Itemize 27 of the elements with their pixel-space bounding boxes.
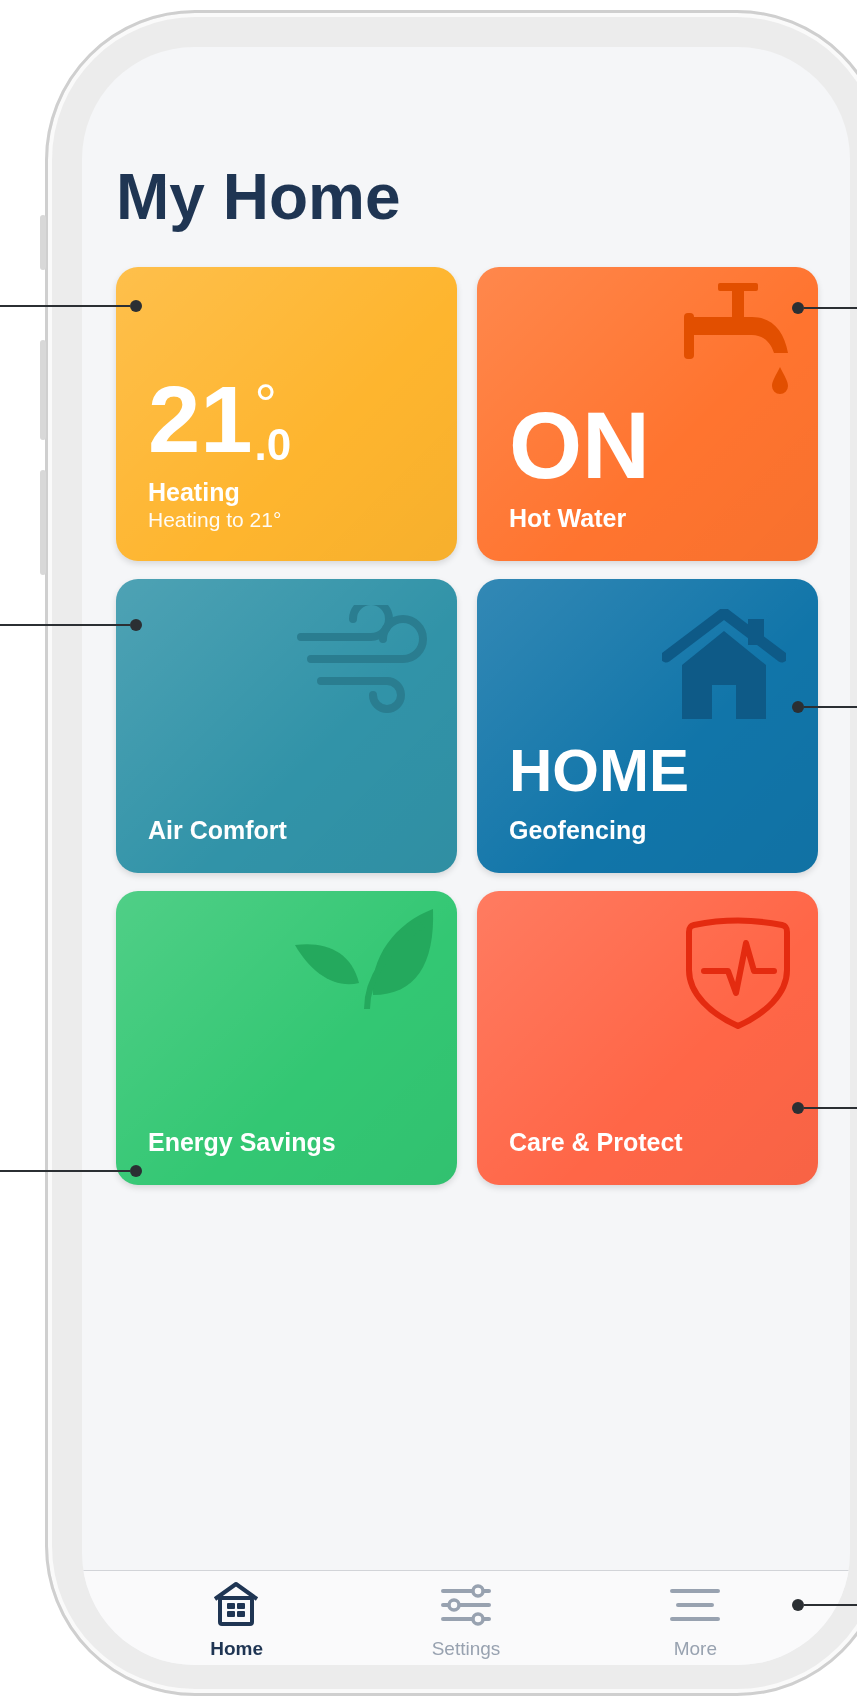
tile-card[interactable]: HOME Geofencing — [477, 579, 818, 873]
status-reading: HOME — [509, 741, 689, 801]
leader-line — [792, 1102, 857, 1114]
tile-label: Care & Protect — [509, 1127, 683, 1157]
temperature-decimal: .0 — [254, 422, 292, 467]
tile-label: Hot Water — [509, 503, 627, 533]
tile-card[interactable]: Energy Savings — [116, 891, 457, 1185]
tab-bar-item[interactable]: Home — [166, 1581, 307, 1665]
leaves-icon — [295, 909, 435, 1009]
shield-pulse-icon — [686, 915, 790, 1029]
degree-sign: ° — [254, 383, 277, 423]
temperature-reading: 21 — [148, 372, 253, 467]
tile-label: Energy Savings — [148, 1127, 336, 1157]
tab-bar-item[interactable]: Settings — [396, 1581, 536, 1665]
status-reading: ON — [509, 399, 650, 493]
tile-sublabel: Heating to 21° — [148, 506, 282, 533]
tile-label: Air Comfort — [148, 815, 287, 845]
tile-card[interactable]: ON Hot Water — [477, 267, 818, 561]
leader-line — [792, 302, 857, 314]
leader-line — [792, 701, 857, 713]
sliders-icon — [441, 1581, 491, 1629]
tile-label: Geofencing — [509, 815, 647, 845]
tile-card[interactable]: Care & Protect — [477, 891, 818, 1185]
tab-bar-item[interactable]: More — [625, 1581, 766, 1665]
leader-line — [792, 1599, 857, 1611]
tile-label: Heating — [148, 476, 240, 507]
tile-card[interactable]: Air Comfort — [116, 579, 457, 873]
